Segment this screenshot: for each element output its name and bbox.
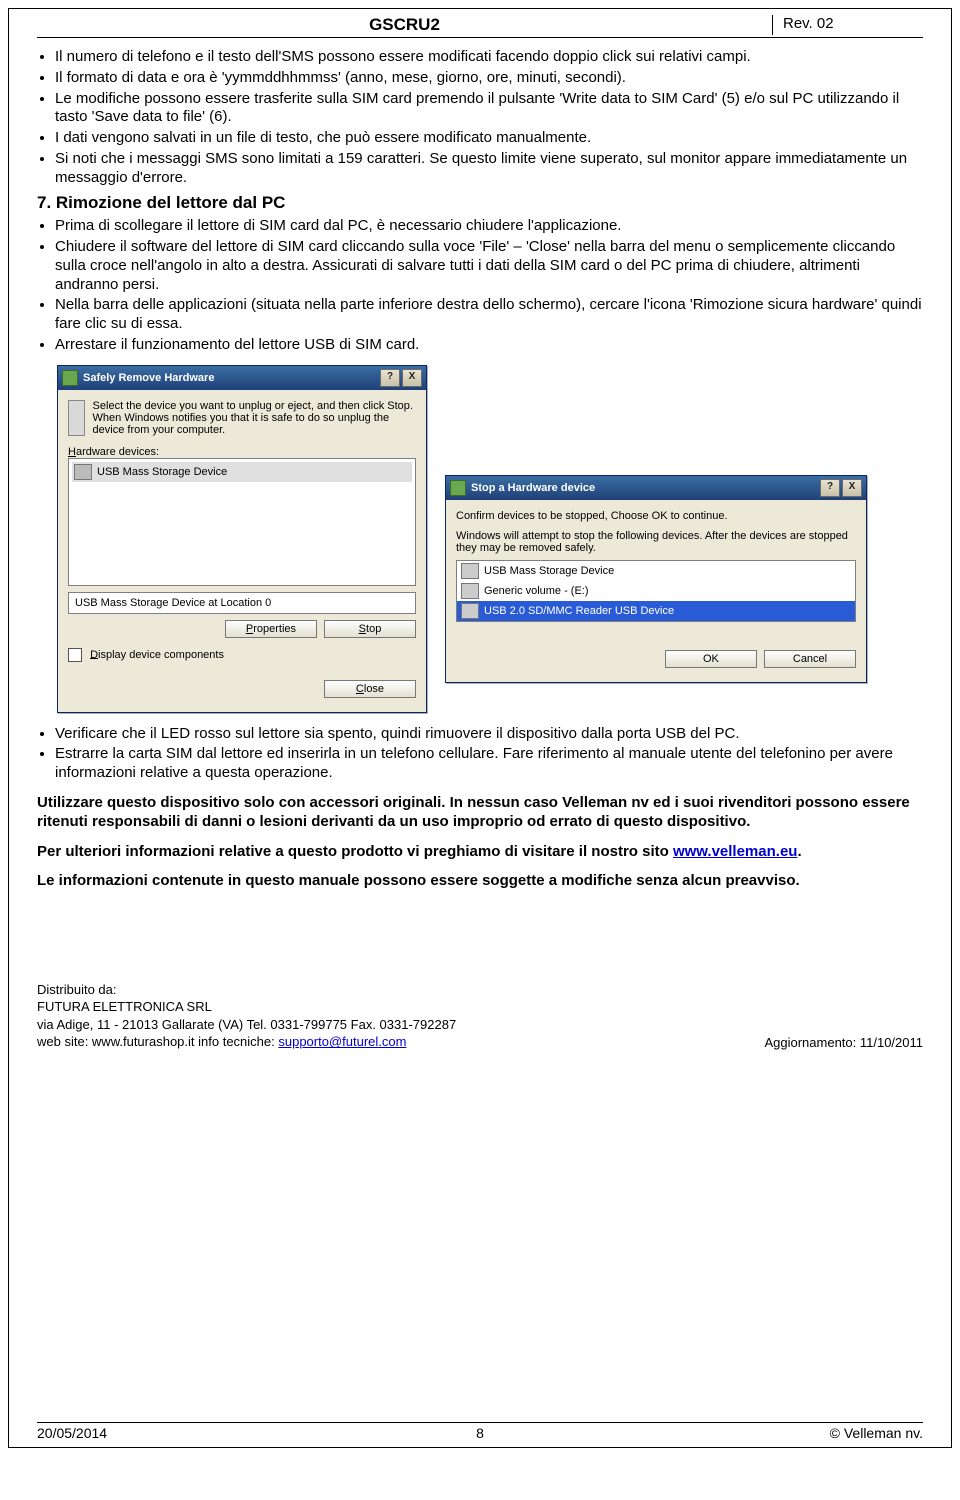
- more-info-text: Per ulteriori informazioni relative a qu…: [37, 842, 923, 862]
- list-item: Prima di scollegare il lettore di SIM ca…: [55, 217, 923, 236]
- doc-revision: Rev. 02: [772, 15, 923, 35]
- eject-icon: [62, 370, 78, 386]
- help-button[interactable]: ?: [820, 479, 840, 497]
- list-item: Chiudere il software del lettore di SIM …: [55, 238, 923, 294]
- list-item: Le modifiche possono essere trasferite s…: [55, 90, 923, 128]
- device-listbox[interactable]: USB Mass Storage Device: [68, 458, 416, 586]
- safely-remove-dialog: Safely Remove Hardware ? X Select the de…: [57, 365, 427, 713]
- ok-button[interactable]: OK: [665, 650, 757, 668]
- confirm-text: Confirm devices to be stopped, Choose OK…: [456, 510, 856, 522]
- list-item: Estrarre la carta SIM dal lettore ed ins…: [55, 745, 923, 783]
- close-button[interactable]: X: [842, 479, 862, 497]
- hardware-devices-label: Hardware devices:: [68, 446, 416, 458]
- close-dialog-button[interactable]: Close: [324, 680, 416, 698]
- stop-hardware-dialog: Stop a Hardware device ? X Confirm devic…: [445, 475, 867, 683]
- usb-device-icon: [74, 464, 92, 480]
- usb-device-icon: [461, 563, 479, 579]
- section-heading-7: 7. Rimozione del lettore dal PC: [37, 193, 923, 213]
- dialog-title: Stop a Hardware device: [471, 482, 595, 494]
- footer-copyright: © Velleman nv.: [628, 1425, 923, 1441]
- stop-button[interactable]: Stop: [324, 620, 416, 638]
- dialogs-container: Safely Remove Hardware ? X Select the de…: [57, 365, 923, 713]
- footer-date: 20/05/2014: [37, 1425, 332, 1441]
- dialog-titlebar[interactable]: Safely Remove Hardware ? X: [58, 366, 426, 390]
- list-item: Verificare che il LED rosso sul lettore …: [55, 725, 923, 744]
- dialog-title: Safely Remove Hardware: [83, 372, 214, 384]
- stop-device-list[interactable]: USB Mass Storage Device Generic volume -…: [456, 560, 856, 622]
- reader-icon: [461, 603, 479, 619]
- velleman-link[interactable]: www.velleman.eu: [673, 843, 798, 860]
- bullet-list-3: Verificare che il LED rosso sul lettore …: [37, 725, 923, 783]
- footer-page: 8: [332, 1425, 627, 1441]
- attempt-text: Windows will attempt to stop the followi…: [456, 530, 856, 554]
- list-item: I dati vengono salvati in un file di tes…: [55, 129, 923, 148]
- support-email-link[interactable]: supporto@futurel.com: [278, 1034, 406, 1049]
- list-item: Si noti che i messaggi SMS sono limitati…: [55, 150, 923, 188]
- checkbox-icon[interactable]: [68, 648, 82, 662]
- device-row[interactable]: USB Mass Storage Device: [72, 462, 412, 482]
- volume-icon: [461, 583, 479, 599]
- device-row-selected[interactable]: USB 2.0 SD/MMC Reader USB Device: [457, 601, 855, 621]
- warning-text: Utilizzare questo dispositivo solo con a…: [37, 793, 923, 832]
- bullet-list-1: Il numero di telefono e il testo dell'SM…: [37, 48, 923, 187]
- dialog-titlebar[interactable]: Stop a Hardware device ? X: [446, 476, 866, 500]
- page-footer: 20/05/2014 8 © Velleman nv.: [37, 1422, 923, 1441]
- disclaimer-text: Le informazioni contenute in questo manu…: [37, 871, 923, 891]
- bullet-list-2: Prima di scollegare il lettore di SIM ca…: [37, 217, 923, 354]
- device-row[interactable]: Generic volume - (E:): [457, 581, 855, 601]
- cancel-button[interactable]: Cancel: [764, 650, 856, 668]
- hardware-icon: [68, 400, 85, 436]
- device-status: USB Mass Storage Device at Location 0: [68, 592, 416, 614]
- dialog-desc: Select the device you want to unplug or …: [93, 400, 416, 436]
- device-row[interactable]: USB Mass Storage Device: [457, 561, 855, 581]
- properties-button[interactable]: Properties: [225, 620, 317, 638]
- list-item: Il formato di data e ora è 'yymmddhhmmss…: [55, 69, 923, 88]
- close-button[interactable]: X: [402, 369, 422, 387]
- eject-icon: [450, 480, 466, 496]
- list-item: Arrestare il funzionamento del lettore U…: [55, 336, 923, 355]
- device-name: USB Mass Storage Device: [97, 466, 227, 478]
- doc-title: GSCRU2: [37, 15, 772, 35]
- display-components-row[interactable]: Display device components: [68, 648, 416, 662]
- page-header: GSCRU2 Rev. 02: [37, 15, 923, 38]
- help-button[interactable]: ?: [380, 369, 400, 387]
- list-item: Il numero di telefono e il testo dell'SM…: [55, 48, 923, 67]
- list-item: Nella barra delle applicazioni (situata …: [55, 296, 923, 334]
